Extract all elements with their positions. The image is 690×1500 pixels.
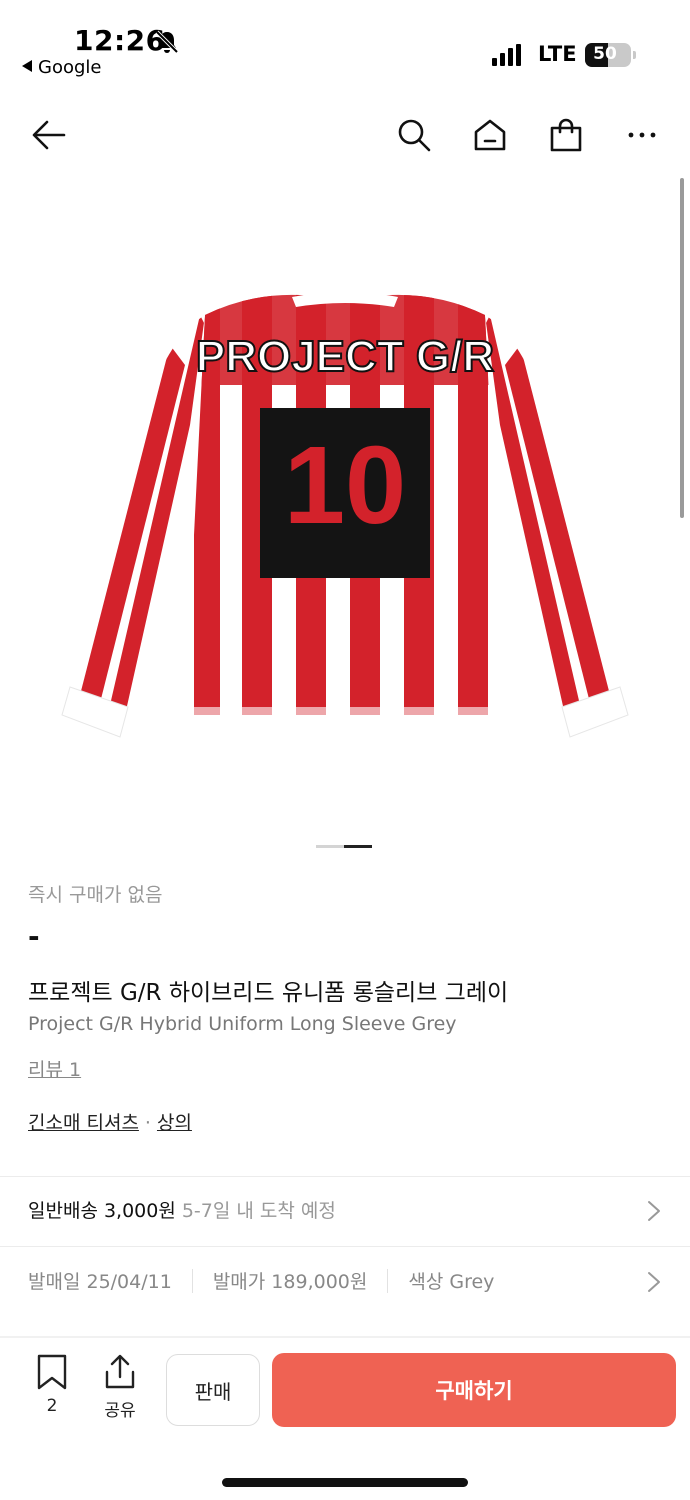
chevron-right-icon bbox=[648, 1272, 660, 1292]
image-pager bbox=[316, 845, 372, 848]
category-link-tops[interactable]: 상의 bbox=[157, 1112, 192, 1134]
shipping-label: 일반배송 3,000원 bbox=[28, 1200, 176, 1222]
home-indicator[interactable] bbox=[222, 1478, 468, 1487]
product-info: 즉시 구매가 없음 - 프로젝트 G/R 하이브리드 유니폼 롱슬리브 그레이 … bbox=[28, 880, 668, 1135]
shipping-info: 일반배송 3,000원 5-7일 내 도착 예정 bbox=[28, 1196, 336, 1223]
product-image-carousel[interactable]: PROJECT G/R 10 bbox=[0, 175, 690, 835]
back-button[interactable] bbox=[28, 115, 68, 155]
home-button[interactable] bbox=[470, 115, 510, 155]
share-button[interactable]: 공유 bbox=[98, 1354, 142, 1421]
back-arrow-icon bbox=[32, 120, 66, 150]
category-breadcrumb: 긴소매 티셔츠 · 상의 bbox=[28, 1108, 668, 1135]
category-separator: · bbox=[144, 1112, 151, 1134]
more-button[interactable] bbox=[622, 115, 662, 155]
bookmark-icon bbox=[37, 1354, 67, 1390]
more-icon bbox=[628, 132, 656, 138]
battery-level: 50 bbox=[593, 44, 617, 64]
meta-divider bbox=[191, 1268, 193, 1293]
bookmark-count: 2 bbox=[46, 1396, 58, 1416]
jersey-brand-text: PROJECT G/R bbox=[196, 332, 494, 381]
bookmark-button[interactable]: 2 bbox=[30, 1354, 74, 1416]
product-title-english: Project G/R Hybrid Uniform Long Sleeve G… bbox=[28, 1013, 457, 1035]
price: - bbox=[28, 920, 40, 953]
buy-button[interactable]: 구매하기 bbox=[272, 1353, 676, 1427]
cart-button[interactable] bbox=[546, 115, 586, 155]
jersey-image: PROJECT G/R 10 bbox=[61, 292, 629, 738]
shopping-bag-icon bbox=[550, 118, 582, 152]
release-meta: 발매일 25/04/11 발매가 189,000원 색상 Grey bbox=[28, 1267, 494, 1294]
search-icon bbox=[398, 119, 431, 152]
search-button[interactable] bbox=[394, 115, 434, 155]
divider bbox=[0, 1176, 690, 1177]
sell-button[interactable]: 판매 bbox=[166, 1354, 260, 1426]
page-scrollbar[interactable] bbox=[680, 178, 684, 518]
back-app-label: Google bbox=[38, 57, 102, 78]
bell-muted-icon bbox=[155, 30, 179, 54]
review-link[interactable]: 리뷰 1 bbox=[28, 1055, 81, 1082]
jersey-number: 10 bbox=[284, 424, 406, 547]
home-icon bbox=[474, 119, 506, 151]
status-bar: 12:26 Google LTE 50 bbox=[0, 0, 690, 95]
pager-dot[interactable] bbox=[316, 845, 344, 848]
share-label: 공유 bbox=[104, 1401, 136, 1421]
share-icon bbox=[105, 1354, 135, 1389]
status-time: 12:26 bbox=[74, 24, 166, 57]
category-link-long-sleeve[interactable]: 긴소매 티셔츠 bbox=[28, 1112, 139, 1134]
release-price: 발매가 189,000원 bbox=[212, 1271, 368, 1293]
battery-icon: 50 bbox=[585, 43, 636, 67]
product-color: 색상 Grey bbox=[408, 1271, 495, 1293]
network-type: LTE bbox=[538, 42, 577, 66]
back-triangle-icon bbox=[22, 60, 32, 72]
shipping-estimate: 5-7일 내 도착 예정 bbox=[181, 1200, 336, 1222]
instant-buy-note: 즉시 구매가 없음 bbox=[28, 884, 163, 906]
top-navigation bbox=[0, 105, 690, 165]
meta-divider bbox=[387, 1268, 389, 1293]
cellular-signal-icon bbox=[492, 44, 521, 66]
release-date: 발매일 25/04/11 bbox=[28, 1271, 172, 1293]
bottom-bar-separator bbox=[0, 1336, 690, 1338]
chevron-right-icon bbox=[648, 1201, 660, 1221]
pager-dot-active[interactable] bbox=[344, 845, 372, 848]
back-to-app-link[interactable]: Google bbox=[22, 57, 101, 78]
product-title-korean: 프로젝트 G/R 하이브리드 유니폼 롱슬리브 그레이 bbox=[28, 980, 509, 1006]
divider bbox=[0, 1246, 690, 1247]
